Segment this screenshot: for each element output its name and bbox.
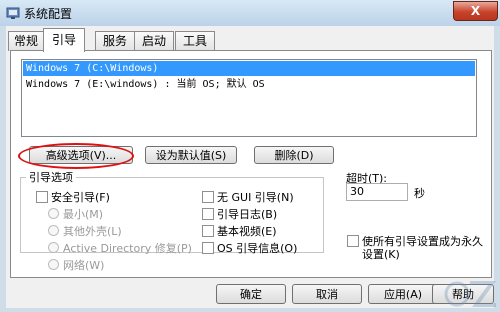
- boot-log-checkbox[interactable]: [202, 208, 214, 220]
- tab-services[interactable]: 服务: [95, 31, 135, 51]
- make-permanent-label-cont: 设置(K): [362, 248, 400, 261]
- make-permanent-checkbox[interactable]: [347, 235, 359, 247]
- close-button[interactable]: X: [453, 1, 498, 21]
- boot-entry[interactable]: Windows 7 (C:\Windows): [23, 61, 475, 76]
- title-bar[interactable]: 系统配置 X: [0, 0, 500, 26]
- network-label: 网络(W): [63, 259, 105, 272]
- boot-log-label: 引导日志(B): [217, 208, 278, 221]
- base-video-label: 基本视频(E): [217, 225, 277, 238]
- window-title: 系统配置: [24, 7, 73, 21]
- delete-button[interactable]: 删除(D): [254, 146, 334, 164]
- system-config-icon: [6, 7, 20, 19]
- minimal-label: 最小(M): [63, 208, 104, 221]
- tab-general[interactable]: 常规: [8, 31, 44, 51]
- safe-boot-label: 安全引导(F): [51, 191, 110, 204]
- alternate-shell-label: 其他外壳(L): [63, 225, 122, 238]
- no-gui-boot-checkbox[interactable]: [202, 191, 214, 203]
- cancel-button[interactable]: 取消: [292, 284, 362, 304]
- ad-repair-radio[interactable]: [48, 242, 59, 253]
- ok-button[interactable]: 确定: [216, 284, 286, 304]
- timeout-input[interactable]: 30: [346, 183, 408, 201]
- safe-boot-checkbox[interactable]: [36, 191, 48, 203]
- boot-options-label: 引导选项: [26, 169, 76, 185]
- boot-entry[interactable]: Windows 7 (E:\windows) : 当前 OS; 默认 OS: [23, 77, 475, 92]
- os-boot-info-checkbox[interactable]: [202, 242, 214, 254]
- watermark-logo: [444, 281, 496, 307]
- dialog-client: 常规 引导 服务 启动 工具 Windows 7 (C:\Windows) Wi…: [6, 26, 494, 308]
- highlight-ring: [18, 143, 134, 169]
- tab-startup[interactable]: 启动: [134, 31, 174, 51]
- boot-entries-list[interactable]: Windows 7 (C:\Windows) Windows 7 (E:\win…: [21, 59, 477, 137]
- ad-repair-label: Active Directory 修复(P): [63, 242, 192, 255]
- alternate-shell-radio[interactable]: [48, 225, 59, 236]
- base-video-checkbox[interactable]: [202, 225, 214, 237]
- set-default-button[interactable]: 设为默认值(S): [145, 146, 237, 164]
- network-radio[interactable]: [48, 259, 59, 270]
- system-config-window: 系统配置 X 常规 引导 服务 启动 工具 Windows 7 (C:\Wind…: [0, 0, 500, 312]
- no-gui-boot-label: 无 GUI 引导(N): [217, 191, 294, 204]
- timeout-unit: 秒: [414, 187, 425, 200]
- minimal-radio[interactable]: [48, 208, 59, 219]
- os-boot-info-label: OS 引导信息(O): [217, 242, 298, 255]
- apply-button[interactable]: 应用(A): [368, 284, 438, 304]
- tab-tools[interactable]: 工具: [175, 31, 215, 51]
- tab-boot[interactable]: 引导: [43, 28, 85, 52]
